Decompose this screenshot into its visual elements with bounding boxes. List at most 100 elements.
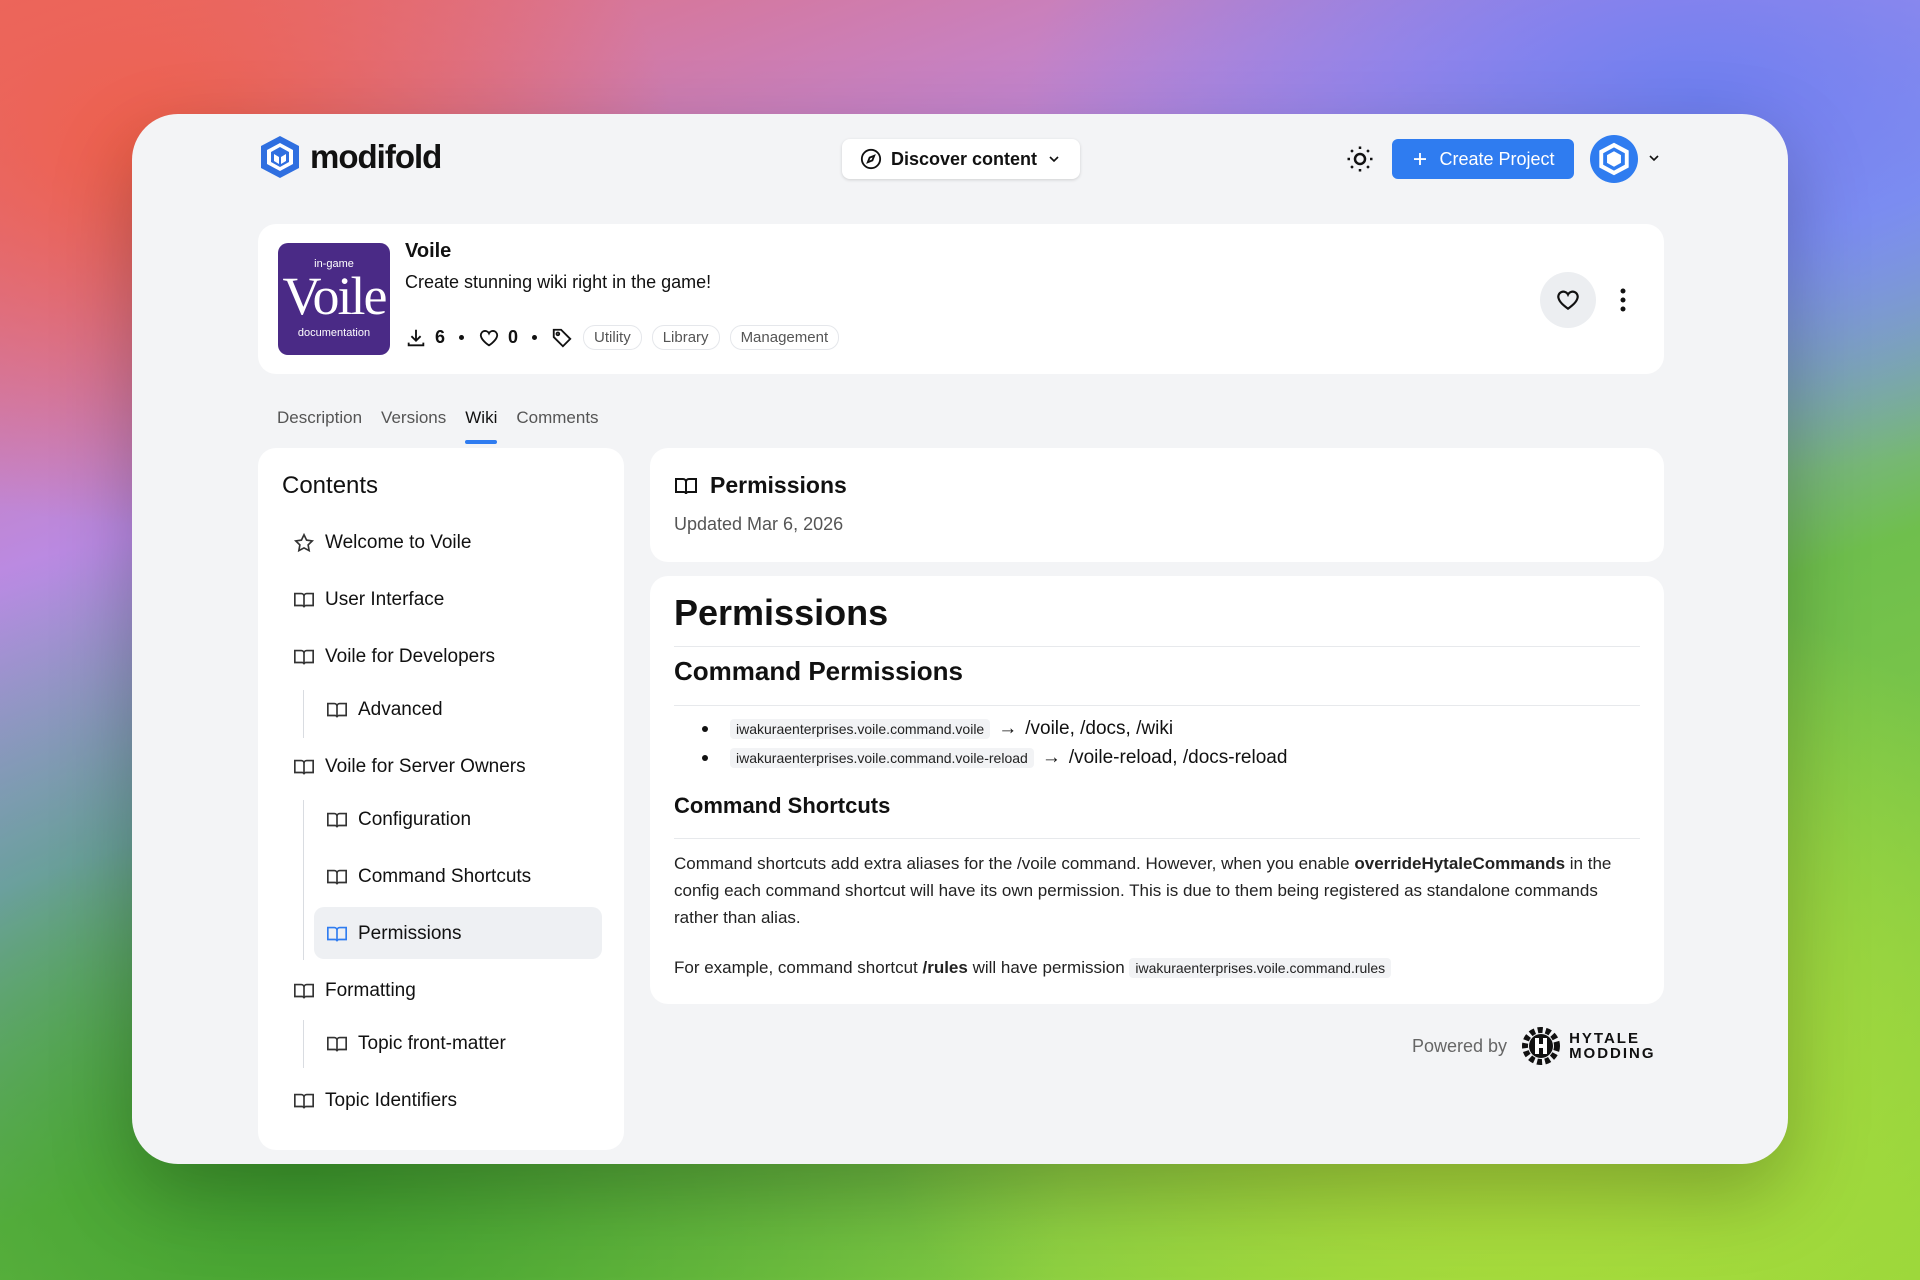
sidebar-item-label: Advanced [358, 699, 443, 720]
modifold-logo-icon [261, 136, 299, 178]
chevron-down-icon [1649, 155, 1659, 162]
book-open-icon [294, 592, 314, 608]
book-open-icon [294, 983, 314, 999]
star-icon [293, 532, 315, 553]
sidebar-item-label: Topic Identifiers [325, 1090, 458, 1111]
more-options-button[interactable] [1618, 286, 1628, 314]
user-avatar[interactable] [1590, 135, 1638, 183]
sidebar-item-label: Topic front-matter [358, 1033, 506, 1054]
project-meta: 6 0 Utility Library Management [405, 325, 840, 350]
heart-icon [479, 329, 499, 346]
tab-versions[interactable]: Versions [381, 408, 446, 428]
sidebar-item-voile-for-developers[interactable]: Voile for Developers [293, 646, 495, 668]
download-icon [407, 329, 425, 346]
content-heading-command-permissions: Command Permissions [674, 656, 963, 686]
sidebar-item-label: Formatting [325, 980, 416, 1001]
sidebar-item-advanced[interactable]: Advanced [326, 699, 443, 721]
download-count: 6 [435, 327, 446, 347]
hytale-modding-logo[interactable]: HYTALE MODDING [1519, 1024, 1656, 1068]
sidebar-item-label: Permissions [358, 923, 462, 944]
tag-library[interactable]: Library [651, 325, 720, 350]
wiki-content-card [650, 576, 1664, 1004]
brand-line-2: MODDING [1569, 1045, 1656, 1062]
tab-comments[interactable]: Comments [516, 408, 598, 428]
tree-guide-line [303, 1020, 304, 1068]
kebab-menu-icon [1620, 288, 1626, 312]
sidebar-item-label: Configuration [358, 809, 472, 830]
account-menu-chevron[interactable] [1646, 150, 1662, 171]
sidebar-item-formatting[interactable]: Formatting [293, 980, 416, 1002]
brand-logo[interactable]: modifold [258, 134, 442, 180]
tag-icon [552, 328, 572, 348]
paragraph: For example, command shortcut /rules wil… [674, 954, 1634, 982]
divider [674, 646, 1640, 647]
separator-dot [532, 335, 538, 340]
sun-moon-icon [1347, 146, 1373, 172]
sidebar-item-label: User Interface [325, 589, 445, 610]
tree-guide-line [303, 800, 304, 960]
favorite-button[interactable] [1540, 272, 1596, 328]
book-open-icon [327, 1036, 347, 1052]
text: will have permission [967, 958, 1130, 977]
divider [674, 705, 1640, 706]
permission-code: iwakuraenterprises.voile.command.rules [1129, 958, 1392, 978]
updated-date: Updated Mar 6, 2026 [674, 514, 844, 534]
page-title: Permissions [674, 472, 847, 499]
permission-code: iwakuraenterprises.voile.command.voile-r… [730, 748, 1034, 768]
chevron-down-icon [1049, 156, 1059, 163]
tag-utility[interactable]: Utility [583, 325, 642, 350]
tab-description[interactable]: Description [277, 408, 362, 428]
book-open-icon [327, 926, 347, 942]
thumb-main-text: Voile [282, 266, 387, 326]
sidebar-item-welcome[interactable]: Welcome to Voile [293, 532, 471, 554]
sidebar-item-configuration[interactable]: Configuration [326, 809, 471, 831]
book-open-icon [675, 477, 697, 494]
brand-line-1: HYTALE [1569, 1030, 1640, 1047]
create-project-button[interactable]: Create Project [1392, 139, 1574, 179]
thumb-bottom-text: documentation [297, 327, 371, 339]
discover-label: Discover content [890, 148, 1038, 169]
bold-text: /rules [922, 958, 968, 977]
contents-heading: Contents [282, 472, 379, 499]
project-card [258, 224, 1664, 374]
content-heading-1: Permissions [674, 592, 889, 633]
compass-icon [860, 148, 882, 170]
sidebar-item-permissions[interactable]: Permissions [326, 923, 461, 945]
brand-name: modifold [310, 138, 442, 175]
sidebar-item-label: Welcome to Voile [325, 532, 472, 553]
powered-by: Powered by HYTALE MODDING [1412, 1024, 1656, 1068]
book-open-icon [327, 869, 347, 885]
create-project-label: Create Project [1439, 148, 1555, 169]
sidebar-item-user-interface[interactable]: User Interface [293, 589, 444, 611]
page-header-card [650, 448, 1664, 562]
page-title-text: Permissions [710, 472, 847, 498]
separator-dot [459, 335, 465, 340]
list-item: iwakuraenterprises.voile.command.voile-r… [702, 747, 1287, 769]
list-item: iwakuraenterprises.voile.command.voile →… [702, 718, 1173, 740]
gear-logo-icon [1522, 1027, 1561, 1065]
bullet [702, 755, 708, 761]
sidebar-item-topic-front-matter[interactable]: Topic front-matter [326, 1033, 506, 1055]
project-thumbnail: in-game Voile documentation [278, 243, 390, 355]
tab-wiki[interactable]: Wiki [465, 408, 498, 444]
text: For example, command shortcut [674, 958, 923, 977]
permission-commands: /voile, /docs, /wiki [1025, 718, 1174, 739]
powered-by-label: Powered by [1412, 1035, 1508, 1056]
sidebar-item-voile-for-server-owners[interactable]: Voile for Server Owners [293, 756, 526, 778]
sidebar-item-command-shortcuts[interactable]: Command Shortcuts [326, 866, 531, 888]
tag-management[interactable]: Management [729, 325, 840, 350]
paragraph: Command shortcuts add extra aliases for … [674, 850, 1634, 931]
sidebar-item-topic-identifiers[interactable]: Topic Identifiers [293, 1090, 457, 1112]
arrow-icon: → [1041, 747, 1061, 768]
divider [674, 838, 1640, 839]
theme-toggle-button[interactable] [1345, 144, 1375, 174]
sidebar-item-label: Command Shortcuts [358, 866, 532, 887]
like-count: 0 [508, 327, 519, 347]
bullet [702, 726, 708, 732]
discover-content-dropdown[interactable]: Discover content [842, 139, 1080, 179]
plus-icon [1414, 153, 1427, 165]
heart-icon [1557, 290, 1579, 310]
tree-guide-line [303, 690, 304, 738]
avatar-logo-icon [1599, 142, 1629, 176]
content-heading-command-shortcuts: Command Shortcuts [674, 793, 891, 818]
